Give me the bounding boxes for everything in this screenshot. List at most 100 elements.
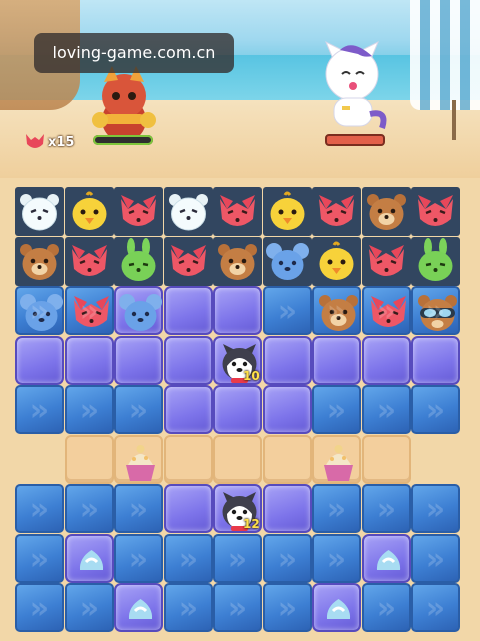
board-tile-empty[interactable] — [263, 237, 312, 286]
cupcake-piece-icon[interactable] — [314, 437, 363, 486]
board-tile-ice[interactable] — [263, 534, 312, 583]
rabbit-piece-icon[interactable] — [114, 237, 163, 286]
chick-piece-icon[interactable] — [263, 187, 312, 236]
board-tile-jelly[interactable] — [263, 336, 312, 385]
board-tile-sand[interactable] — [213, 435, 262, 484]
board-tile-empty[interactable] — [15, 187, 64, 236]
board-tile-jelly[interactable] — [164, 336, 213, 385]
board-tile-ice[interactable] — [263, 583, 312, 632]
fox-piece-icon[interactable] — [364, 288, 413, 337]
board-tile-ice[interactable] — [164, 534, 213, 583]
board-tile-jelly[interactable] — [15, 336, 64, 385]
board-tile-jelly[interactable] — [263, 484, 312, 533]
board-tile-jelly[interactable] — [362, 336, 411, 385]
cream-piece-icon[interactable] — [67, 536, 116, 585]
board-tile-jelly[interactable] — [65, 534, 114, 583]
fox-piece-icon[interactable] — [411, 187, 460, 236]
board-tile-jelly[interactable] — [263, 385, 312, 434]
board-tile-ice[interactable] — [114, 484, 163, 533]
board-tile-ice[interactable] — [114, 385, 163, 434]
board-tile-jelly[interactable] — [164, 385, 213, 434]
wbear-piece-icon[interactable] — [15, 187, 64, 236]
gbear-piece-icon[interactable] — [413, 288, 462, 337]
board-tile-empty[interactable] — [213, 237, 262, 286]
board-tile-ice[interactable] — [362, 583, 411, 632]
board-tile-ice[interactable] — [362, 286, 411, 335]
board-tile-ice[interactable] — [362, 385, 411, 434]
board-tile-ice[interactable] — [411, 534, 460, 583]
bear-piece-icon[interactable] — [213, 237, 262, 286]
board-tile-empty[interactable] — [411, 187, 460, 236]
board-tile-empty[interactable] — [65, 187, 114, 236]
board-tile-ice[interactable] — [15, 484, 64, 533]
board-tile-empty[interactable] — [213, 187, 262, 236]
board-tile-empty[interactable] — [362, 187, 411, 236]
board-tile-ice[interactable] — [263, 286, 312, 335]
board-tile-ice[interactable] — [312, 484, 361, 533]
bear-piece-icon[interactable] — [362, 187, 411, 236]
board-tile-jelly[interactable] — [213, 385, 262, 434]
mouse-piece-icon[interactable] — [17, 288, 66, 337]
board-tile-ice[interactable] — [65, 583, 114, 632]
board-tile-jelly[interactable] — [312, 583, 361, 632]
cream-piece-icon[interactable] — [364, 536, 413, 585]
board-tile-jelly[interactable] — [65, 336, 114, 385]
board-tile-ice[interactable] — [15, 583, 64, 632]
fox-piece-icon[interactable] — [312, 187, 361, 236]
chick-piece-icon[interactable] — [65, 187, 114, 236]
board-tile-sand[interactable] — [263, 435, 312, 484]
board-tile-jelly[interactable] — [312, 336, 361, 385]
bear-piece-icon[interactable] — [15, 237, 64, 286]
board-tile-ice[interactable] — [213, 534, 262, 583]
cupcake-piece-icon[interactable] — [116, 437, 165, 486]
fox-piece-icon[interactable] — [114, 187, 163, 236]
wbear-piece-icon[interactable] — [164, 187, 213, 236]
fox-piece-icon[interactable] — [213, 187, 262, 236]
board-tile-empty[interactable] — [411, 237, 460, 286]
board-tile-empty[interactable] — [263, 187, 312, 236]
board-tile-sand[interactable] — [362, 435, 411, 484]
board-tile-empty[interactable] — [362, 237, 411, 286]
board-tile-jelly[interactable] — [114, 336, 163, 385]
board-tile-ice[interactable] — [15, 385, 64, 434]
board-tile-sand[interactable] — [312, 435, 361, 484]
board-tile-ice[interactable] — [312, 385, 361, 434]
board-tile-sand[interactable] — [164, 435, 213, 484]
board-tile-ice[interactable] — [65, 286, 114, 335]
board-tile-ice[interactable] — [114, 534, 163, 583]
mouse-piece-icon[interactable] — [263, 237, 312, 286]
board-tile-empty[interactable] — [312, 237, 361, 286]
board-tile-empty[interactable] — [164, 187, 213, 236]
fox-piece-icon[interactable] — [65, 237, 114, 286]
board-tile-ice[interactable] — [164, 583, 213, 632]
cream-piece-icon[interactable] — [314, 585, 363, 634]
board-tile-ice[interactable] — [213, 583, 262, 632]
board-tile-jelly[interactable] — [114, 583, 163, 632]
board-tile-ice[interactable] — [312, 534, 361, 583]
board-tile-empty[interactable] — [65, 237, 114, 286]
fox-piece-icon[interactable] — [67, 288, 116, 337]
board-tile-ice[interactable] — [411, 286, 460, 335]
rabbit-piece-icon[interactable] — [411, 237, 460, 286]
board-tile-sand[interactable] — [65, 435, 114, 484]
board-tile-ice[interactable] — [312, 286, 361, 335]
bear-piece-icon[interactable] — [314, 288, 363, 337]
board-tile-jelly[interactable] — [362, 534, 411, 583]
board-tile-ice[interactable] — [362, 484, 411, 533]
chick-piece-icon[interactable] — [312, 237, 361, 286]
board-tile-ice[interactable] — [15, 286, 64, 335]
board-tile-empty[interactable] — [15, 237, 64, 286]
board-tile-jelly[interactable] — [164, 484, 213, 533]
board-tile-empty[interactable] — [114, 187, 163, 236]
board-tile-ice[interactable] — [65, 385, 114, 434]
board-tile-empty[interactable] — [312, 187, 361, 236]
board-tile-jelly[interactable] — [411, 336, 460, 385]
board-tile-sand[interactable] — [114, 435, 163, 484]
board-tile-jelly[interactable] — [164, 286, 213, 335]
fox-piece-icon[interactable] — [362, 237, 411, 286]
fox-piece-icon[interactable] — [164, 237, 213, 286]
board-tile-jelly[interactable] — [213, 286, 262, 335]
board-tile-ice[interactable] — [411, 385, 460, 434]
cream-piece-icon[interactable] — [116, 585, 165, 634]
mouse-piece-icon[interactable] — [116, 288, 165, 337]
